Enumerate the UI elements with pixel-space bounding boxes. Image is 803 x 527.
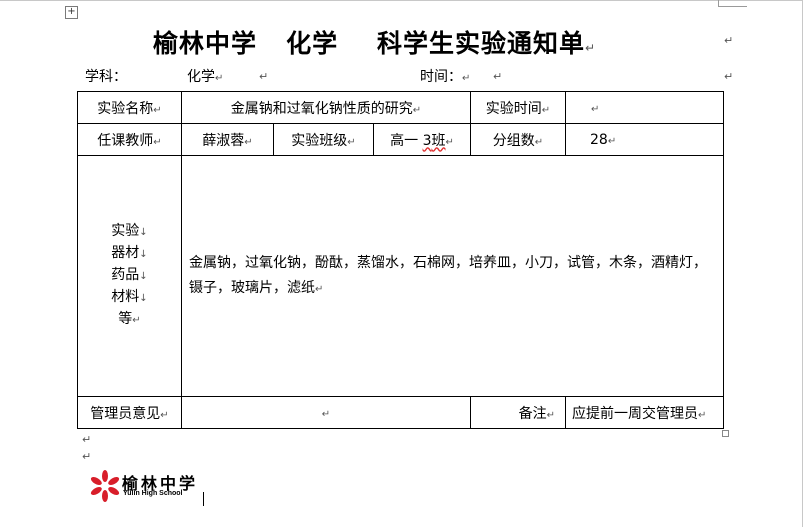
admin-value-cell[interactable]: ↵ (181, 396, 471, 429)
materials-label-line: 材料↓ (79, 287, 181, 309)
paragraph-mark-icon: ↵ (541, 104, 551, 116)
table-move-handle-icon[interactable]: + (65, 6, 78, 19)
table-row: 任课教师↵ 薛淑蓉↵ 实验班级↵ 高一 3班↵ 分组数↵ 28↵ (77, 123, 724, 156)
time-label-text: 时间： (420, 69, 462, 85)
exp-name-label-cell: 实验名称↵ (77, 91, 182, 124)
class-label: 实验班级 (291, 132, 348, 149)
teacher-value: 薛淑蓉 (202, 132, 245, 149)
class-value-suffix: 班 (431, 132, 446, 149)
materials-label-text: 材料 (111, 289, 140, 305)
paragraph-mark-icon: ↵ (347, 136, 356, 148)
materials-label-line: 药品↓ (79, 265, 181, 287)
paragraph-mark-icon: ↵ (585, 41, 597, 55)
paragraph-mark-icon: ↵ (153, 136, 162, 148)
paragraph-mark-icon: ↵ (493, 70, 503, 83)
note-value-cell[interactable]: 应提前一周交管理员↵ (565, 396, 724, 429)
exp-time-label: 实验时间 (485, 100, 542, 117)
materials-label-text: 药品 (111, 267, 140, 283)
paragraph-mark-icon: ↵ (445, 136, 454, 148)
groups-value-cell[interactable]: 28↵ (565, 123, 724, 156)
table-row: 实验名称↵ 金属钠和过氧化钠性质的研究↵ 实验时间↵ ↵ (77, 91, 724, 124)
paragraph-mark-icon: ↵ (82, 433, 92, 446)
paragraph-mark-icon: ↵ (607, 135, 617, 147)
experiment-form-table: 实验名称↵ 金属钠和过氧化钠性质的研究↵ 实验时间↵ ↵ 任课教师↵ 薛淑蓉↵ … (77, 91, 724, 429)
paragraph-mark-icon: ↵ (315, 283, 324, 295)
time-label: 时间：↵ (420, 66, 470, 86)
line-break-icon: ↓ (139, 249, 148, 260)
exp-name-value: 金属钠和过氧化钠性质的研究 (231, 101, 413, 117)
paragraph-mark-icon: ↵ (534, 136, 544, 148)
teacher-label-cell: 任课教师↵ (77, 123, 182, 156)
page-frame-top (0, 0, 803, 1)
admin-label-cell: 管理员意见↵ (77, 396, 182, 429)
materials-label-line: 器材↓ (79, 243, 181, 265)
class-value-prefix: 高一 (390, 132, 419, 149)
paragraph-mark-icon: ↵ (698, 409, 707, 421)
paragraph-mark-icon: ↵ (462, 73, 471, 84)
line-break-icon: ↓ (139, 271, 148, 282)
groups-label-cell: 分组数↵ (470, 123, 566, 156)
class-label-cell: 实验班级↵ (273, 123, 374, 156)
paragraph-mark-icon: ↵ (244, 136, 253, 148)
text-cursor (203, 492, 204, 506)
paragraph-mark-icon: ↵ (132, 315, 141, 326)
materials-value: 金属钠，过氧化钠，酚酞，蒸馏水，石棉网，培养皿，小刀，试管，木条，酒精灯，镊子，… (189, 254, 707, 296)
document-page: + 榆林中学 化学 科学生实验通知单↵ ↵ 学科： 化学↵ ↵ 时间：↵ ↵ ↵… (0, 0, 803, 527)
materials-value-cell[interactable]: 金属钠，过氧化钠，酚酞，蒸馏水，石棉网，培养皿，小刀，试管，木条，酒精灯，镊子，… (181, 155, 724, 397)
teacher-label: 任课教师 (97, 132, 154, 149)
paragraph-mark-icon: ↵ (724, 34, 734, 47)
paragraph-mark-icon: ↵ (160, 409, 169, 421)
school-logo-emblem-icon (90, 470, 120, 502)
class-value-cell[interactable]: 高一 3班↵ (373, 123, 471, 156)
paragraph-mark-icon: ↵ (546, 409, 555, 421)
paragraph-mark-icon: ↵ (591, 103, 600, 115)
document-title: 榆林中学 化学 科学生实验通知单↵ (153, 24, 596, 60)
title-doc: 科学生实验通知单 (376, 29, 585, 58)
paragraph-mark-icon: ↵ (259, 70, 269, 83)
subject-label: 学科： (85, 69, 127, 85)
materials-label-line: 实验↓ (79, 221, 181, 243)
materials-label-cell: 实验↓ 器材↓ 药品↓ 材料↓ 等↵ (77, 155, 182, 397)
materials-label-text: 实验 (111, 223, 140, 239)
exp-name-label: 实验名称 (97, 100, 154, 117)
title-subject: 化学 (286, 29, 339, 58)
exp-time-value-cell[interactable]: ↵ (565, 91, 724, 124)
paragraph-mark-icon: ↵ (321, 408, 331, 420)
teacher-value-cell[interactable]: 薛淑蓉↵ (181, 123, 274, 156)
materials-label-line: 等↵ (79, 309, 181, 331)
paragraph-mark-icon: ↵ (82, 450, 92, 463)
subject-value: 化学↵ (187, 66, 223, 86)
table-row: 实验↓ 器材↓ 药品↓ 材料↓ 等↵ 金属钠，过氧化钠，酚酞，蒸馏水，石棉网，培… (77, 155, 724, 397)
materials-label-text: 器材 (111, 245, 140, 261)
materials-label-text: 等 (118, 311, 133, 327)
exp-name-text: 金属钠和过氧化钠性质的研究 (230, 100, 413, 117)
school-logo: 榆林中学 Yulin High School (90, 468, 200, 504)
note-label-cell: 备注↵ (470, 396, 566, 429)
line-break-icon: ↓ (139, 227, 148, 238)
subject-value-text: 化学 (187, 69, 215, 85)
groups-value: 28 (590, 131, 608, 148)
groups-label: 分组数 (492, 132, 535, 149)
line-break-icon: ↓ (139, 293, 148, 304)
paragraph-mark-icon: ↵ (215, 73, 224, 84)
paragraph-mark-icon: ↵ (153, 104, 162, 116)
margin-corner-mark (718, 0, 747, 7)
note-value: 应提前一周交管理员 (572, 405, 698, 422)
school-logo-en: Yulin High School (123, 490, 183, 497)
paragraph-mark-icon: ↵ (412, 104, 422, 116)
exp-time-label-cell: 实验时间↵ (470, 91, 566, 124)
exp-name-value-cell[interactable]: 金属钠和过氧化钠性质的研究↵ (181, 91, 471, 124)
table-row: 管理员意见↵ ↵ 备注↵ 应提前一周交管理员↵ (77, 396, 724, 429)
admin-label: 管理员意见 (90, 405, 161, 422)
title-school: 榆林中学 (153, 29, 258, 58)
paragraph-mark-icon: ↵ (724, 70, 734, 83)
table-resize-handle[interactable] (722, 430, 729, 437)
note-label: 备注 (518, 405, 547, 422)
